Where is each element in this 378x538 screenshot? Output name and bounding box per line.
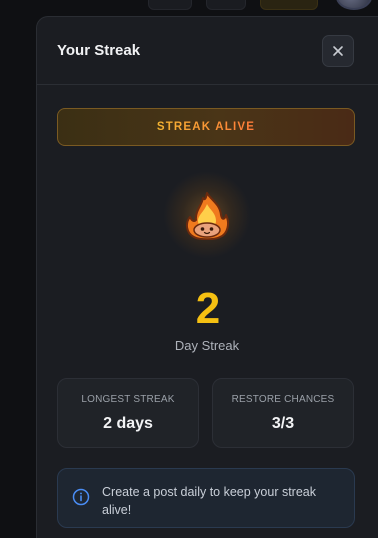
info-box: Create a post daily to keep your streak … [57,468,355,528]
info-icon [72,488,90,506]
streak-panel: Your Streak STREAK ALIVE 2 Day Streak LO… [36,16,378,538]
topbar-button[interactable] [260,0,318,10]
longest-streak-card: LONGEST STREAK 2 days [57,378,199,448]
restore-chances-card: RESTORE CHANCES 3/3 [212,378,354,448]
close-icon [333,46,343,56]
stat-value: 3/3 [271,415,295,432]
stat-label: LONGEST STREAK [81,394,175,405]
topbar-button[interactable] [206,0,246,10]
fire-icon [185,192,229,240]
panel-header: Your Streak [37,17,378,85]
streak-label: Day Streak [174,338,240,353]
fire-glow [163,171,251,259]
close-button[interactable] [322,35,354,67]
stat-label: RESTORE CHANCES [231,394,335,405]
streak-count: 2 [195,284,221,333]
page: Your Streak STREAK ALIVE 2 Day Streak LO… [0,0,378,538]
avatar[interactable] [336,0,372,10]
info-text: Create a post daily to keep your streak … [102,485,317,517]
stat-value: 2 days [103,415,153,432]
panel-title: Your Streak [57,42,141,59]
topbar-button[interactable] [148,0,192,10]
top-bar-remnant [138,0,378,12]
status-label: STREAK ALIVE [156,121,256,133]
status-banner: STREAK ALIVE [57,108,355,146]
